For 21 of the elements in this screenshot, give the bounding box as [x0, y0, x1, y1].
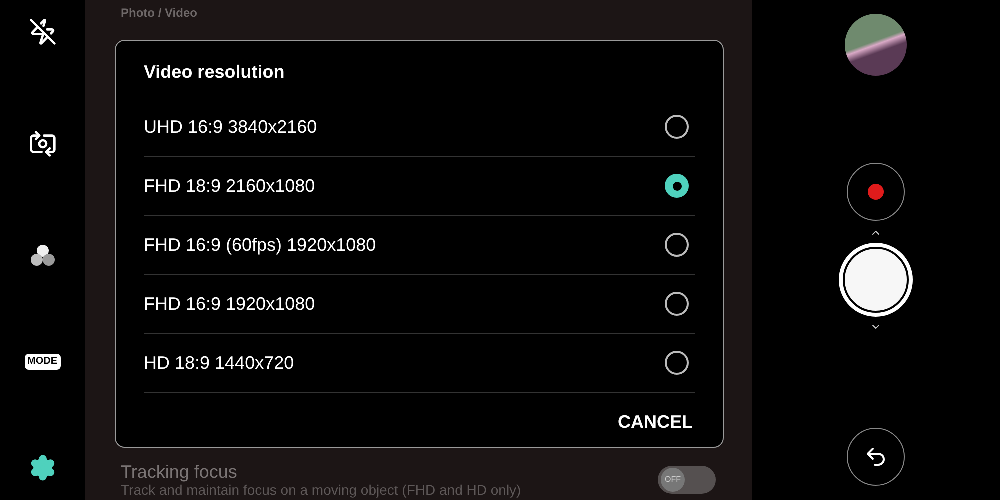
- resolution-option[interactable]: FHD 18:9 2160x1080: [144, 157, 695, 216]
- radio-button[interactable]: [665, 292, 689, 316]
- back-arrow-icon: [864, 445, 888, 469]
- dialog-title: Video resolution: [144, 61, 286, 84]
- resolution-option[interactable]: FHD 16:9 (60fps) 1920x1080: [144, 216, 695, 275]
- resolution-option[interactable]: HD 18:9 1440x720: [144, 334, 695, 393]
- record-button[interactable]: [847, 163, 905, 221]
- section-header: Photo / Video: [121, 5, 198, 22]
- cancel-button[interactable]: CANCEL: [616, 409, 695, 436]
- mode-button[interactable]: MODE: [24, 354, 60, 370]
- radio-button[interactable]: [665, 351, 689, 375]
- resolution-option[interactable]: FHD 16:9 1920x1080: [144, 275, 695, 334]
- flash-off-icon[interactable]: [28, 18, 56, 46]
- radio-button[interactable]: [665, 174, 689, 198]
- switch-camera-icon[interactable]: [28, 130, 56, 158]
- setting-title: Tracking focus: [121, 462, 238, 482]
- radio-button[interactable]: [665, 233, 689, 257]
- resolution-option[interactable]: UHD 16:9 3840x2160: [144, 98, 695, 157]
- radio-button[interactable]: [665, 115, 689, 139]
- back-button[interactable]: [847, 428, 905, 486]
- setting-description: Track and maintain focus on a moving object (FHD and HD only): [121, 482, 522, 498]
